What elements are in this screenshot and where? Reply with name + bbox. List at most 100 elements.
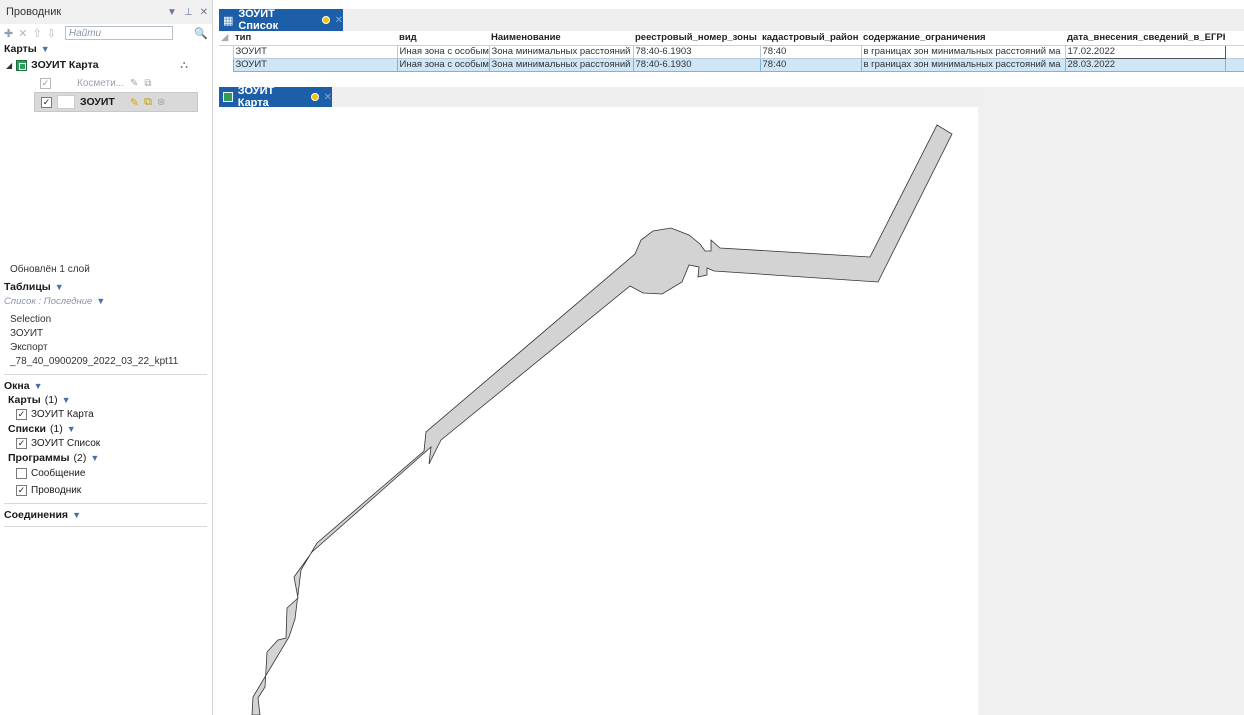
- search-input[interactable]: Найти: [64, 26, 173, 40]
- column-header[interactable]: тип: [233, 31, 397, 46]
- lists-group-label: Списки: [8, 423, 46, 435]
- pin-icon[interactable]: ⊥: [184, 7, 193, 18]
- tab-map-window[interactable]: ЗОУИТ Карта ✕: [219, 85, 332, 109]
- add-icon[interactable]: ✚: [4, 27, 13, 40]
- select-icon[interactable]: ⧉: [144, 96, 152, 109]
- table-cell[interactable]: 78:40-6.1930: [632, 57, 761, 72]
- chevron-down-icon[interactable]: ▼: [96, 296, 105, 306]
- table-cell[interactable]: 28.03.2022: [1064, 57, 1226, 72]
- maps-group-label: Карты: [8, 394, 41, 406]
- column-header[interactable]: содержание_ограничения: [861, 31, 1065, 46]
- table-cell[interactable]: 78:40-6.1903: [632, 44, 761, 59]
- table-cell[interactable]: Зона минимальных расстояний: [488, 44, 634, 59]
- layer-control-icon[interactable]: ⛬: [180, 59, 188, 72]
- window-checkbox[interactable]: [16, 468, 27, 479]
- move-up-icon[interactable]: ⇧: [32, 27, 41, 40]
- window-item-explorer[interactable]: ✓ Проводник: [4, 482, 213, 499]
- explorer-panel: Проводник ▼ ⊥ ✕ ✚ ✕ ⇧ ⇩ Найти 🔍 Карты ▼ …: [0, 0, 213, 715]
- table-cell[interactable]: 78:40: [759, 57, 862, 72]
- table-cell[interactable]: в границах зон минимальных расстояний ма: [860, 44, 1066, 59]
- close-icon[interactable]: ✕: [200, 7, 208, 18]
- layer-cosmetic[interactable]: ✓ Космети... ✎ ⧉: [4, 74, 212, 92]
- table-cell[interactable]: 17.02.2022: [1064, 44, 1226, 59]
- chevron-down-icon[interactable]: ▼: [41, 44, 50, 54]
- move-down-icon[interactable]: ⇩: [47, 27, 56, 40]
- data-table: ◢ тип вид Наименование реестровый_номер_…: [219, 31, 1244, 72]
- table-row[interactable]: ЗОУИТ Иная зона с особыми Зона минимальн…: [219, 44, 1244, 59]
- search-icon[interactable]: 🔍: [194, 27, 208, 40]
- label-icon[interactable]: ⊛: [157, 97, 165, 108]
- divider: [4, 503, 207, 504]
- remove-icon[interactable]: ✕: [18, 27, 27, 40]
- table-item[interactable]: Selection: [4, 314, 213, 328]
- edit-icon[interactable]: ✎: [130, 96, 139, 109]
- expand-icon[interactable]: ◢: [6, 61, 12, 70]
- windows-header-label: Окна: [4, 380, 30, 392]
- map-tab-title: ЗОУИТ Карта: [237, 85, 275, 109]
- edit-icon[interactable]: ✎: [130, 78, 138, 89]
- connections-header[interactable]: Соединения ▼: [4, 508, 213, 522]
- explorer-title: Проводник: [6, 6, 62, 18]
- programs-group[interactable]: Программы (2) ▼: [4, 451, 213, 465]
- map-canvas[interactable]: [219, 107, 978, 715]
- table-row[interactable]: ЗОУИТ Иная зона с особыми Зона минимальн…: [219, 57, 1244, 72]
- maps-group[interactable]: Карты (1) ▼: [4, 393, 213, 407]
- connections-header-label: Соединения: [4, 509, 69, 521]
- chevron-down-icon[interactable]: ▼: [34, 381, 43, 391]
- table-item[interactable]: Экспорт: [4, 342, 213, 356]
- column-header[interactable]: Наименование: [489, 31, 633, 46]
- table-cell[interactable]: Иная зона с особыми: [396, 44, 490, 59]
- explorer-toolbar: ✚ ✕ ⇧ ⇩ Найти 🔍: [0, 24, 212, 42]
- column-header[interactable]: вид: [397, 31, 489, 46]
- status-dot-icon: [310, 93, 319, 101]
- table-item[interactable]: ЗОУИТ: [4, 328, 213, 342]
- column-header[interactable]: кадастровый_район: [760, 31, 861, 46]
- select-icon[interactable]: ⧉: [144, 78, 151, 89]
- zouit-visibility-checkbox[interactable]: ✓: [41, 96, 52, 108]
- layer-zouit[interactable]: ✓ ЗОУИТ ✎ ⧉ ⊛: [34, 92, 198, 112]
- column-header[interactable]: дата_внесения_сведений_в_ЕГРН: [1065, 31, 1225, 46]
- cosmetic-visibility-checkbox[interactable]: ✓: [40, 77, 51, 89]
- tab-list-window[interactable]: ▦ ЗОУИТ Список ✕: [219, 8, 343, 32]
- window-item-message[interactable]: Сообщение: [4, 465, 213, 482]
- window-checkbox[interactable]: ✓: [16, 485, 27, 496]
- windows-header[interactable]: Окна ▼: [4, 379, 213, 393]
- tables-header-label: Таблицы: [4, 281, 51, 293]
- table-cell[interactable]: Иная зона с особыми: [396, 57, 490, 72]
- lists-group[interactable]: Списки (1) ▼: [4, 422, 213, 436]
- window-item-label: ЗОУИТ Карта: [31, 409, 94, 420]
- window-item-label: Сообщение: [31, 468, 86, 479]
- lists-count: (1): [49, 423, 63, 435]
- map-svg[interactable]: [219, 107, 978, 715]
- window-checkbox[interactable]: ✓: [16, 409, 27, 420]
- close-icon[interactable]: ✕: [324, 92, 332, 103]
- list-filter[interactable]: Список : Последние ▼: [4, 294, 213, 308]
- map-node[interactable]: ◢ ЗОУИТ Карта ⛬: [4, 56, 212, 74]
- table-cell[interactable]: 78:40: [759, 44, 862, 59]
- chevron-down-icon[interactable]: ▼: [90, 453, 99, 463]
- table-item[interactable]: _78_40_0900209_2022_03_22_kpt11: [4, 356, 213, 370]
- chevron-down-icon[interactable]: ▼: [67, 424, 76, 434]
- zone-polygon[interactable]: [251, 124, 953, 715]
- programs-group-label: Программы: [8, 452, 70, 464]
- window-item-map[interactable]: ✓ ЗОУИТ Карта: [4, 407, 213, 422]
- table-cell[interactable]: ЗОУИТ: [232, 44, 398, 59]
- table-cell[interactable]: Зона минимальных расстояний: [488, 57, 634, 72]
- tables-header[interactable]: Таблицы ▼: [4, 280, 213, 294]
- tab-strip: [332, 87, 978, 107]
- cosmetic-layer-label: Космети...: [77, 77, 124, 89]
- list-filter-label: Список : Последние: [4, 295, 93, 307]
- table-cell[interactable]: ЗОУИТ: [232, 57, 398, 72]
- chevron-down-icon[interactable]: ▼: [55, 282, 64, 292]
- dropdown-icon[interactable]: ▼: [167, 7, 177, 18]
- chevron-down-icon[interactable]: ▼: [72, 510, 81, 520]
- chevron-down-icon[interactable]: ▼: [62, 395, 71, 405]
- maps-header[interactable]: Карты ▼: [4, 42, 212, 56]
- table-cell[interactable]: в границах зон минимальных расстояний ма: [860, 57, 1066, 72]
- divider: [4, 526, 207, 527]
- layer-style-swatch: [57, 95, 75, 109]
- close-icon[interactable]: ✕: [335, 15, 343, 26]
- column-header[interactable]: реестровый_номер_зоны: [633, 31, 760, 46]
- window-item-list[interactable]: ✓ ЗОУИТ Список: [4, 436, 213, 451]
- window-checkbox[interactable]: ✓: [16, 438, 27, 449]
